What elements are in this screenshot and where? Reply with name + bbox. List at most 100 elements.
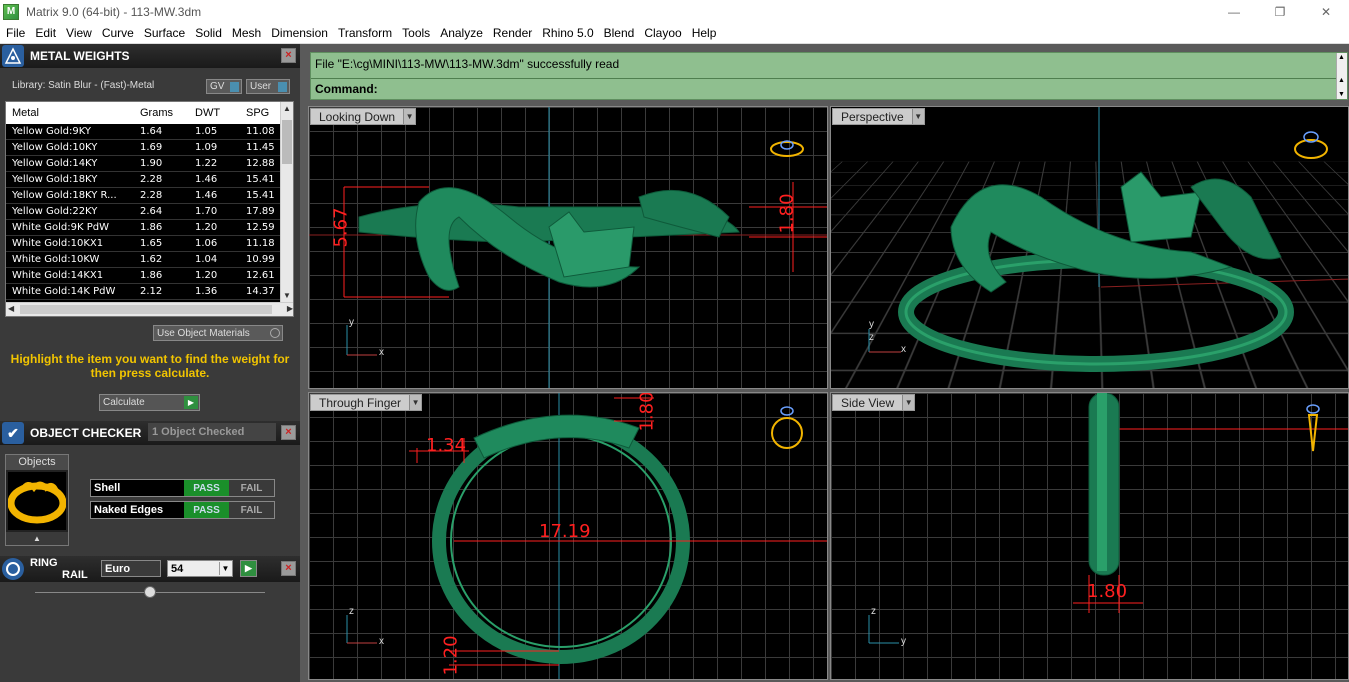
cell-dwt: 1.06 [191,238,242,249]
cell-spg: 14.37 [242,286,282,297]
scroll-up-icon[interactable]: ▲ [1338,54,1345,61]
ring-thumbnail[interactable] [8,472,66,530]
dimension-thickness: 1.80 [777,193,798,233]
ring-rail-header: RING RAIL Euro 54 ▼ ▶ × [0,556,300,582]
col-grams[interactable]: Grams [136,107,191,119]
table-row[interactable]: White Gold:9K PdW 1.86 1.20 12.59 [6,220,293,236]
ring-rail-close-button[interactable]: × [281,561,296,576]
col-spg[interactable]: SPG [242,107,282,119]
scroll-left-icon[interactable]: ◀ [8,304,14,313]
naked-edges-fail-button[interactable]: FAIL [229,502,274,518]
cell-grams: 1.86 [136,270,191,281]
viewport-through-finger[interactable]: 1.34 1.80 17.19 1.20 z x Through Finger … [308,392,828,680]
table-row[interactable]: Yellow Gold:14KY 1.90 1.22 12.88 [6,156,293,172]
command-scrollbar[interactable]: ▲ ▲ ▼ [1336,53,1347,99]
menu-help[interactable]: Help [686,26,721,40]
naked-edges-pass-button[interactable]: PASS [184,502,229,518]
cell-dwt: 1.05 [191,126,242,137]
scroll-right-icon[interactable]: ▶ [287,304,293,313]
chevron-down-icon[interactable]: ▼ [403,109,415,124]
viewport-label-looking-down[interactable]: Looking Down ▼ [310,108,416,125]
scroll-up-icon[interactable]: ▲ [283,104,291,113]
axis-label-y: y [349,317,354,328]
library-label: Library: Satin Blur - (Fast)-Metal [12,80,154,91]
cell-grams: 2.28 [136,174,191,185]
metal-weights-close-button[interactable]: × [281,48,296,63]
command-prompt[interactable]: Command: [315,82,378,96]
scroll-down-icon[interactable]: ▼ [283,291,291,300]
ring-rail-apply-button[interactable]: ▶ [240,560,257,577]
shell-pass-button[interactable]: PASS [184,480,229,496]
cell-grams: 1.90 [136,158,191,169]
menu-blend[interactable]: Blend [598,26,639,40]
shell-fail-button[interactable]: FAIL [229,480,274,496]
hscroll-thumb[interactable] [20,305,272,314]
table-row[interactable]: Yellow Gold:18KY R... 2.28 1.46 15.41 [6,188,293,204]
expand-up-icon[interactable]: ▲ [6,532,68,545]
chevron-down-icon[interactable]: ▼ [409,395,421,410]
object-checker-close-button[interactable]: × [281,425,296,440]
col-dwt[interactable]: DWT [191,107,242,119]
table-row[interactable]: White Gold:10KX1 1.65 1.06 11.18 [6,236,293,252]
scroll-up-icon[interactable]: ▲ [1338,77,1345,84]
cell-spg: 12.59 [242,222,282,233]
cell-spg: 12.88 [242,158,282,169]
table-row[interactable]: Yellow Gold:10KY 1.69 1.09 11.45 [6,140,293,156]
table-vertical-scrollbar[interactable]: ▲ ▼ [280,102,293,302]
menu-bar: File Edit View Curve Surface Solid Mesh … [0,23,1349,44]
viewport-perspective[interactable]: y z x Perspective ▼ [830,106,1349,389]
scroll-thumb[interactable] [282,120,292,164]
col-metal[interactable]: Metal [6,107,136,119]
cell-grams: 2.12 [136,286,191,297]
table-row[interactable]: Yellow Gold:9KY 1.64 1.05 11.08 [6,124,293,140]
viewport-label-side-view[interactable]: Side View ▼ [832,394,915,411]
maximize-button[interactable]: ❐ [1257,0,1303,23]
table-row[interactable]: Yellow Gold:22KY 2.64 1.70 17.89 [6,204,293,220]
chevron-down-icon[interactable]: ▼ [912,109,924,124]
calculate-button[interactable]: Calculate ▶ [99,394,200,411]
viewport-label-perspective[interactable]: Perspective ▼ [832,108,925,125]
menu-mesh[interactable]: Mesh [226,26,265,40]
metal-weights-header: METAL WEIGHTS × [0,44,300,68]
viewport-looking-down[interactable]: 5.67 1.80 y x Looking Down ▼ [308,106,828,389]
gv-toggle[interactable]: GV [206,79,242,94]
table-horizontal-scrollbar[interactable]: ◀ ▶ [6,302,294,316]
menu-dimension[interactable]: Dimension [265,26,332,40]
menu-surface[interactable]: Surface [138,26,189,40]
menu-view[interactable]: View [60,26,96,40]
menu-tools[interactable]: Tools [396,26,434,40]
dimension-inner-diameter: 17.19 [539,521,591,542]
ring-rail-title-line2: RAIL [30,569,88,581]
menu-solid[interactable]: Solid [189,26,226,40]
app-logo-icon: M [3,4,19,20]
menu-curve[interactable]: Curve [96,26,138,40]
table-body: Yellow Gold:9KY 1.64 1.05 11.08 Yellow Gold:… [6,124,293,300]
scroll-down-icon[interactable]: ▼ [1338,91,1345,98]
use-object-materials-toggle[interactable]: Use Object Materials [153,325,283,341]
menu-rhino5[interactable]: Rhino 5.0 [536,26,597,40]
menu-render[interactable]: Render [487,26,536,40]
ring-rail-slider-thumb[interactable] [144,586,156,598]
axis-label-y: y [869,319,874,330]
size-standard-field[interactable]: Euro [101,560,161,577]
cell-dwt: 1.36 [191,286,242,297]
table-row[interactable]: White Gold:10KW 1.62 1.04 10.99 [6,252,293,268]
cell-metal: White Gold:14KX1 [6,270,136,281]
axis-label-x: x [901,344,906,355]
viewport-side-view[interactable]: 1.80 z y Side View ▼ [830,392,1349,680]
viewport-label-through-finger[interactable]: Through Finger ▼ [310,394,422,411]
object-checked-status: 1 Object Checked [148,423,276,441]
chevron-down-icon[interactable]: ▼ [902,395,914,410]
menu-transform[interactable]: Transform [332,26,396,40]
user-toggle[interactable]: User [246,79,290,94]
table-row[interactable]: Yellow Gold:18KY 2.28 1.46 15.41 [6,172,293,188]
table-row[interactable]: White Gold:14K PdW 2.12 1.36 14.37 [6,284,293,300]
minimize-button[interactable]: — [1211,0,1257,23]
menu-edit[interactable]: Edit [29,26,60,40]
menu-clayoo[interactable]: Clayoo [638,26,685,40]
menu-analyze[interactable]: Analyze [434,26,487,40]
ring-size-select[interactable]: 54 ▼ [167,560,233,577]
close-button[interactable]: ✕ [1303,0,1349,23]
table-row[interactable]: White Gold:14KX1 1.86 1.20 12.61 [6,268,293,284]
menu-file[interactable]: File [0,26,29,40]
